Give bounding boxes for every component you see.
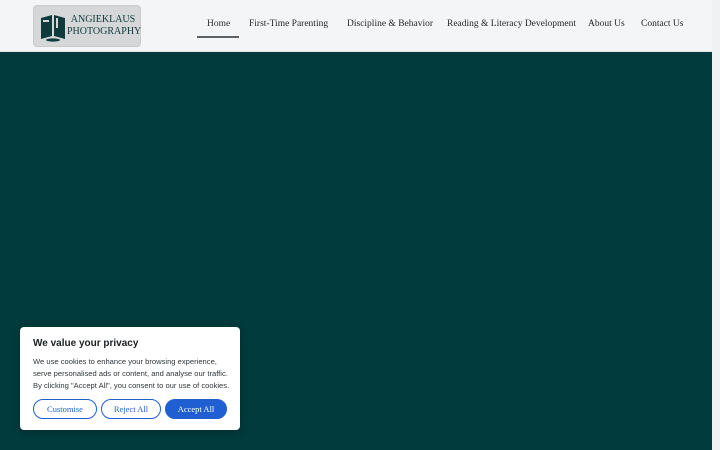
nav-about-us[interactable]: About Us: [588, 19, 625, 29]
logo-line-1: ANGIEKLAUS: [70, 14, 136, 25]
active-nav-indicator: [197, 36, 239, 38]
nav-reading-literacy[interactable]: Reading & Literacy Development: [447, 19, 576, 29]
cookie-text-line: We use cookies to enhance your browsing …: [33, 357, 217, 366]
nav-home[interactable]: Home: [207, 19, 230, 29]
cookie-banner-title: We value your privacy: [33, 338, 139, 349]
cookie-banner-text: We use cookies to enhance your browsing …: [33, 356, 233, 392]
nav-discipline-behavior[interactable]: Discipline & Behavior: [347, 19, 433, 29]
logo-line-2: PHOTOGRAPHY: [67, 26, 142, 37]
cookie-text-line: serve personalised ads or content, and a…: [33, 369, 228, 378]
nav-contact-us[interactable]: Contact Us: [641, 19, 683, 29]
customise-button[interactable]: Customise: [33, 399, 97, 419]
nav-first-time-parenting[interactable]: First-Time Parenting: [249, 19, 328, 29]
reject-all-button[interactable]: Reject All: [101, 399, 161, 419]
logo-text: ANGIEKLAUS PHOTOGRAPHY: [67, 14, 142, 38]
cookie-text-line: By clicking "Accept All", you consent to…: [33, 381, 230, 390]
accept-all-button[interactable]: Accept All: [165, 399, 227, 419]
site-logo[interactable]: ANGIEKLAUS PHOTOGRAPHY: [33, 5, 141, 47]
site-header: ANGIEKLAUS PHOTOGRAPHY Home First-Time P…: [0, 0, 712, 52]
page-scrollbar[interactable]: [712, 0, 720, 450]
cookie-consent-banner: We value your privacy We use cookies to …: [20, 327, 240, 430]
book-logo-icon: [41, 15, 65, 42]
